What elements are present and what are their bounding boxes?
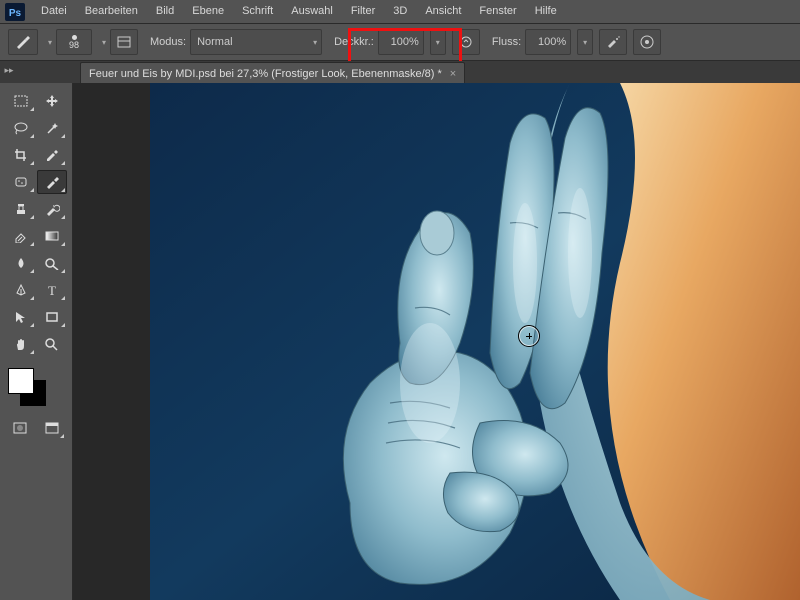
airbrush-toggle[interactable] (599, 29, 627, 55)
healing-brush-tool[interactable] (6, 170, 36, 194)
crop-tool[interactable] (6, 143, 36, 167)
canvas-area[interactable] (150, 83, 800, 600)
menu-hilfe[interactable]: Hilfe (526, 0, 566, 23)
gradient-tool[interactable] (37, 224, 67, 248)
brush-tool[interactable] (37, 170, 67, 194)
close-tab-icon[interactable]: × (450, 68, 456, 80)
toolbox: T (0, 83, 73, 600)
opacity-input[interactable]: 100% (378, 29, 424, 55)
flow-label: Fluss: (492, 36, 521, 48)
brush-cursor (518, 325, 540, 347)
flow-value: 100% (538, 36, 566, 48)
opacity-value: 100% (391, 36, 419, 48)
brush-panel-toggle[interactable] (110, 29, 138, 55)
app-logo: Ps (4, 3, 26, 21)
color-swatches[interactable] (8, 368, 72, 410)
menu-bild[interactable]: Bild (147, 0, 183, 23)
menu-bearbeiten[interactable]: Bearbeiten (76, 0, 147, 23)
zoom-tool[interactable] (37, 332, 67, 356)
flow-dropdown[interactable]: ▾ (577, 29, 593, 55)
dodge-tool[interactable] (37, 251, 67, 275)
work-area: T (0, 83, 800, 600)
hand-tool[interactable] (6, 332, 36, 356)
move-tool[interactable] (37, 89, 67, 113)
menu-ansicht[interactable]: Ansicht (416, 0, 470, 23)
document-tab[interactable]: Feuer und Eis by MDI.psd bei 27,3% (Fros… (80, 62, 465, 85)
foreground-color[interactable] (8, 368, 34, 394)
clone-stamp-tool[interactable] (6, 197, 36, 221)
menu-bar: Ps Datei Bearbeiten Bild Ebene Schrift A… (0, 0, 800, 24)
path-select-tool[interactable] (6, 305, 36, 329)
opacity-dropdown[interactable]: ▾ (430, 29, 446, 55)
rectangle-shape-tool[interactable] (37, 305, 67, 329)
menu-fenster[interactable]: Fenster (470, 0, 525, 23)
brush-preset-dropdown[interactable]: ▾ (98, 30, 110, 54)
pen-tool[interactable] (6, 278, 36, 302)
eraser-tool[interactable] (6, 224, 36, 248)
eyedropper-tool[interactable] (37, 143, 67, 167)
blur-tool[interactable] (6, 251, 36, 275)
opacity-label: Deckkr.: (334, 36, 374, 48)
svg-text:Ps: Ps (9, 8, 22, 19)
document-tab-title: Feuer und Eis by MDI.psd bei 27,3% (Fros… (89, 68, 442, 80)
brush-dot-icon (72, 35, 77, 40)
rect-marquee-tool[interactable] (6, 89, 36, 113)
mode-label: Modus: (150, 36, 186, 48)
lasso-tool[interactable] (6, 116, 36, 140)
menu-auswahl[interactable]: Auswahl (282, 0, 342, 23)
type-tool[interactable]: T (37, 278, 67, 302)
chevron-down-icon: ▾ (313, 38, 317, 47)
blend-mode-value: Normal (197, 36, 313, 48)
opacity-pressure-toggle[interactable] (452, 29, 480, 55)
flow-input[interactable]: 100% (525, 29, 571, 55)
svg-text:T: T (48, 283, 56, 297)
menu-3d[interactable]: 3D (384, 0, 416, 23)
screen-mode-toggle[interactable] (38, 416, 66, 440)
expand-panels-icon[interactable]: ▸▸ (2, 63, 16, 77)
quick-mask-toggle[interactable] (6, 416, 34, 440)
brush-preset-picker[interactable]: 98 (56, 29, 92, 55)
history-brush-tool[interactable] (37, 197, 67, 221)
document-image (150, 83, 800, 600)
menu-ebene[interactable]: Ebene (183, 0, 233, 23)
tablet-pressure-size-toggle[interactable] (633, 29, 661, 55)
tool-preset-picker[interactable] (8, 29, 38, 55)
tool-preset-dropdown[interactable]: ▾ (44, 30, 56, 54)
options-bar: ▾ 98 ▾ Modus: Normal ▾ Deckkr.: 100% ▾ F… (0, 24, 800, 61)
blend-mode-select[interactable]: Normal ▾ (190, 29, 322, 55)
menu-filter[interactable]: Filter (342, 0, 384, 23)
magic-wand-tool[interactable] (37, 116, 67, 140)
menu-schrift[interactable]: Schrift (233, 0, 282, 23)
brush-size-value: 98 (69, 41, 79, 50)
menu-datei[interactable]: Datei (32, 0, 76, 23)
